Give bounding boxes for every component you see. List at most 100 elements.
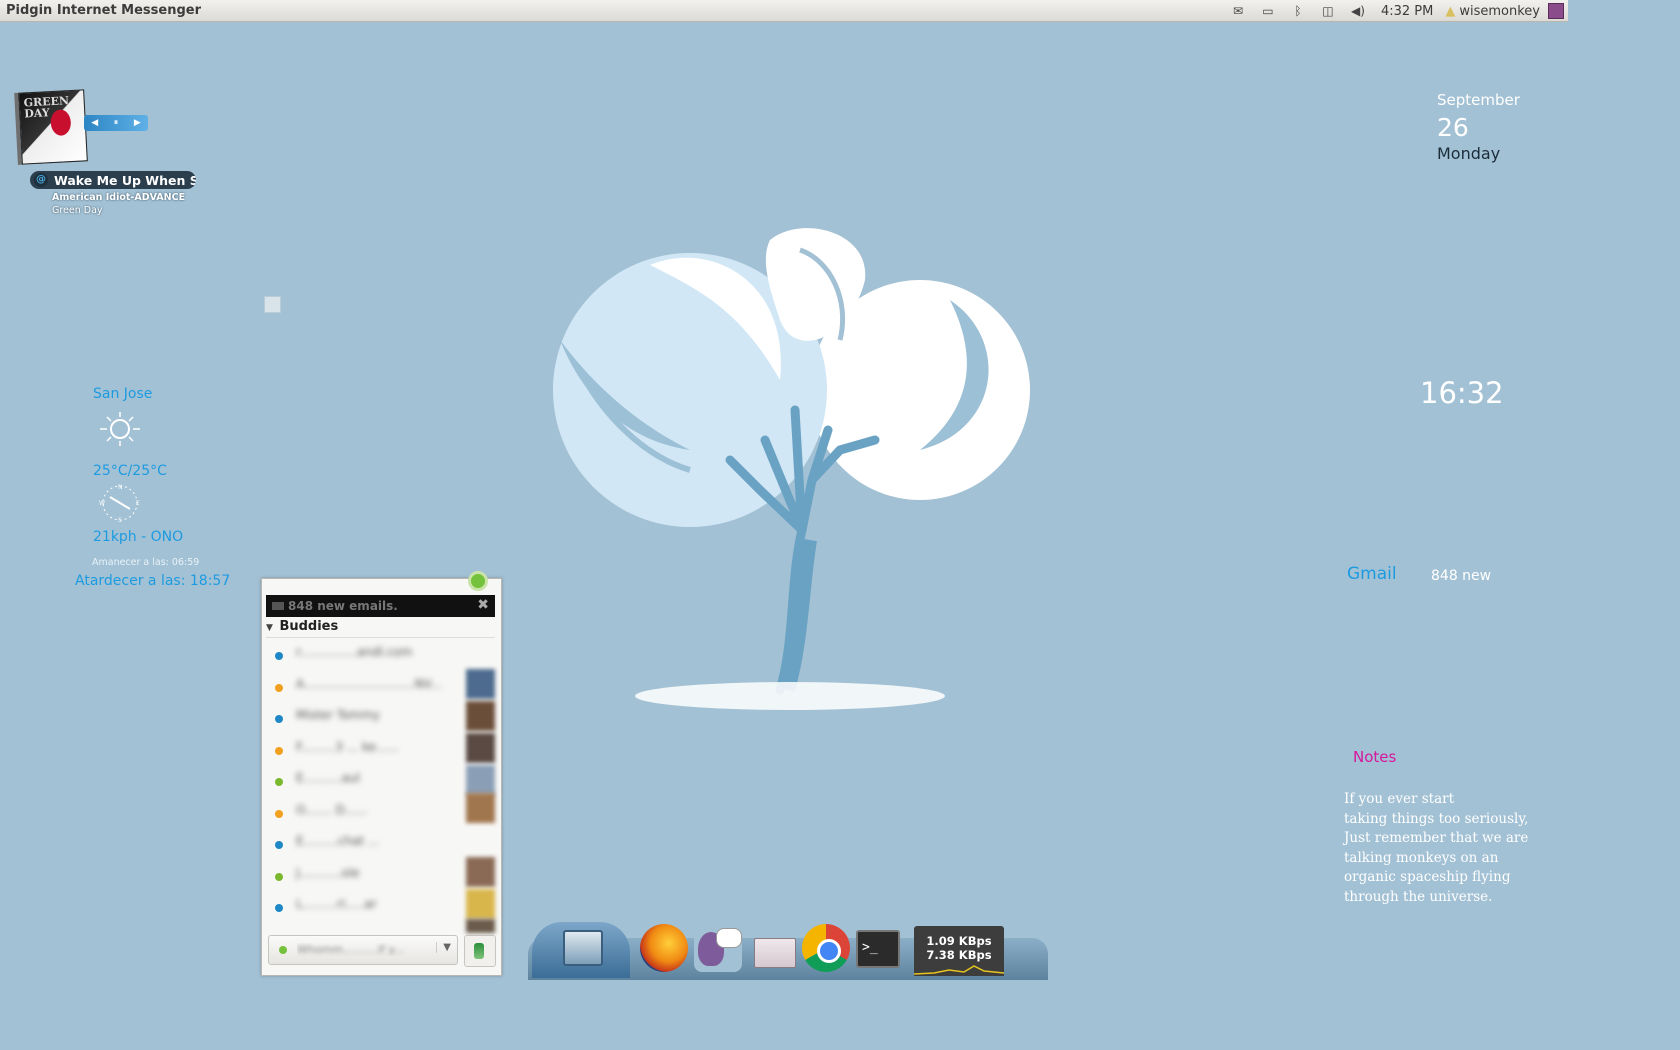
mail-notice: 848 new emails. bbox=[288, 599, 398, 613]
previous-track-icon[interactable]: ◀ bbox=[88, 118, 102, 128]
notes-line: organic spaceship flying bbox=[1344, 869, 1511, 886]
buddy-list-item[interactable]: r...............andl.com bbox=[272, 645, 472, 669]
firefox-icon[interactable] bbox=[640, 924, 688, 972]
notes-line: through the universe. bbox=[1344, 888, 1493, 905]
buddy-name: Mister Tommy bbox=[296, 708, 380, 722]
buddy-status-dot bbox=[275, 872, 283, 881]
pidgin-icon[interactable] bbox=[694, 924, 742, 972]
buddy-name: E..........aul bbox=[296, 771, 361, 785]
network-monitor[interactable]: 1.09 KBps 7.38 KBps bbox=[914, 926, 1004, 976]
tree-wallpaper bbox=[553, 228, 1030, 710]
notes-body[interactable]: If you ever start taking things too seri… bbox=[1344, 790, 1544, 908]
next-track-icon[interactable]: ▶ bbox=[130, 118, 144, 128]
desktop-widget-handle[interactable] bbox=[264, 296, 281, 313]
home-icon[interactable] bbox=[532, 922, 630, 978]
system-tray: ✉ ▭ ᛒ ◫ ◀) 4:32 PM ▲ wisemonkey bbox=[1223, 0, 1568, 22]
close-icon[interactable]: ✖ bbox=[477, 597, 489, 613]
buddy-name: E.........chat ... bbox=[296, 834, 380, 848]
weather-sunrise: Amanecer a las: 06:59 bbox=[92, 557, 200, 568]
buddy-list-item[interactable]: F.........3 ... ke...... bbox=[272, 740, 472, 764]
bluetooth-icon[interactable]: ᛒ bbox=[1283, 4, 1313, 18]
buddy-name: r...............andl.com bbox=[296, 645, 413, 659]
username: wisemonkey bbox=[1459, 3, 1540, 19]
status-message: Whomm..........lf y... bbox=[297, 943, 404, 956]
buddy-avatar bbox=[466, 793, 495, 823]
buddy-status-dot bbox=[275, 809, 283, 818]
buddies-group-header[interactable]: ▼ Buddies bbox=[266, 619, 495, 638]
network-graph bbox=[914, 965, 1004, 975]
network-icon[interactable]: ◫ bbox=[1313, 4, 1343, 18]
chrome-icon[interactable] bbox=[802, 924, 850, 972]
grenade-icon bbox=[50, 109, 72, 137]
panel-clock[interactable]: 4:32 PM bbox=[1381, 4, 1433, 19]
buddy-status-dot bbox=[275, 683, 283, 692]
buddy-list-item[interactable]: E..........aul bbox=[272, 771, 472, 795]
date-day: 26 bbox=[1437, 113, 1469, 142]
envelope-icon bbox=[272, 602, 284, 610]
buddy-list-item[interactable]: E.........chat ... bbox=[272, 834, 472, 858]
smiley-selector-button[interactable] bbox=[464, 935, 496, 967]
buddy-avatar bbox=[466, 889, 495, 919]
user-icon: ▲ bbox=[1445, 3, 1456, 19]
buddy-avatar bbox=[466, 669, 495, 699]
folder-icon[interactable] bbox=[750, 924, 798, 972]
date-weekday: Monday bbox=[1437, 144, 1501, 163]
available-status-icon bbox=[279, 946, 287, 954]
svg-text:W: W bbox=[99, 500, 105, 507]
buddy-status-dot bbox=[275, 746, 283, 755]
collapse-triangle-icon: ▼ bbox=[266, 623, 273, 633]
svg-text:S: S bbox=[118, 517, 122, 523]
battery-icon[interactable]: ▭ bbox=[1253, 4, 1283, 18]
chevron-down-icon[interactable]: ▼ bbox=[436, 942, 451, 953]
buddy-avatar bbox=[466, 765, 495, 795]
gmail-label[interactable]: Gmail bbox=[1347, 564, 1397, 584]
net-down: 1.09 KBps bbox=[926, 934, 992, 948]
music-player-widget: GREEN DAY ◀ ⏸ ▶ @ Wake Me Up When Se Ame… bbox=[12, 85, 212, 225]
user-menu[interactable]: ▲ wisemonkey bbox=[1445, 4, 1540, 19]
date-month: September bbox=[1437, 91, 1520, 109]
pause-icon[interactable]: ⏸ bbox=[109, 118, 123, 128]
smiley-icon bbox=[474, 943, 484, 959]
volume-icon[interactable]: ◀) bbox=[1343, 4, 1373, 18]
date-widget: September 26 Monday bbox=[1437, 91, 1520, 163]
buddy-avatar bbox=[466, 919, 495, 933]
buddy-list-item[interactable]: Mister Tommy bbox=[272, 708, 472, 732]
buddy-status-dot bbox=[275, 904, 283, 912]
notes-line: taking things too seriously, bbox=[1344, 810, 1529, 827]
buddy-status-dot bbox=[275, 841, 283, 849]
buddy-status-dot bbox=[275, 652, 283, 660]
album-name: American Idiot-ADVANCE bbox=[52, 192, 186, 203]
song-title-bar: @ Wake Me Up When Se bbox=[30, 171, 196, 189]
at-icon: @ bbox=[34, 173, 48, 187]
buddy-avatar bbox=[466, 857, 495, 887]
buddy-avatar bbox=[466, 701, 495, 731]
net-up: 7.38 KBps bbox=[926, 948, 992, 962]
buddy-list-item[interactable]: L.........ri.....ar bbox=[272, 897, 472, 921]
buddy-list-item[interactable]: J...........ole bbox=[272, 866, 472, 890]
album-art[interactable]: GREEN DAY bbox=[18, 89, 88, 165]
artist-name: Green Day bbox=[52, 205, 103, 216]
terminal-icon[interactable]: >_ bbox=[856, 930, 900, 968]
top-panel: Pidgin Internet Messenger ✉ ▭ ᛒ ◫ ◀) 4:3… bbox=[0, 0, 1568, 22]
mail-icon[interactable]: ✉ bbox=[1223, 4, 1253, 18]
mail-notification-bar[interactable]: 848 new emails. ✖ bbox=[266, 595, 495, 617]
gmail-count: 848 new bbox=[1431, 568, 1492, 584]
buddy-list-item[interactable]: O....... D...... bbox=[272, 803, 472, 827]
status-selector[interactable]: Whomm..........lf y... ▼ bbox=[268, 935, 458, 965]
pidgin-status-icon[interactable] bbox=[468, 571, 488, 591]
desktop-clock: 16:32 bbox=[1420, 376, 1504, 410]
playback-controls: ◀ ⏸ ▶ bbox=[84, 115, 148, 131]
buddy-list-item[interactable]: A.............................NV... bbox=[272, 677, 472, 701]
album-art-text: GREEN DAY bbox=[23, 94, 70, 121]
svg-text:N: N bbox=[118, 484, 123, 491]
buddy-status-dot bbox=[275, 715, 283, 723]
weather-wind: 21kph - ONO bbox=[93, 529, 184, 545]
dock: >_ 1.09 KBps 7.38 KBps bbox=[528, 918, 1048, 980]
power-menu-icon[interactable] bbox=[1548, 3, 1564, 19]
active-app-title[interactable]: Pidgin Internet Messenger bbox=[6, 3, 201, 18]
buddy-name: J...........ole bbox=[296, 865, 360, 880]
buddies-group-label: Buddies bbox=[279, 619, 339, 634]
buddy-name: F.........3 ... ke...... bbox=[296, 739, 399, 754]
weather-sunset: Atardecer a las: 18:57 bbox=[75, 573, 231, 589]
svg-text:E: E bbox=[136, 500, 140, 507]
